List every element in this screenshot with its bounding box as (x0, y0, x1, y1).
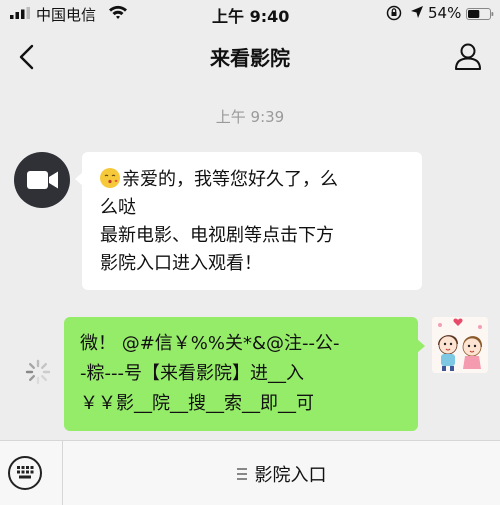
outgoing-text-line-2: -粽---号【来看影院】进__入 (80, 363, 304, 384)
signal-icon (10, 7, 30, 19)
nav-bar: 来看影院 (0, 26, 500, 86)
rotation-lock-icon (386, 5, 402, 21)
incoming-message-line: 亲爱的，我等您好久了，么 (100, 166, 408, 194)
keyboard-toggle-button[interactable] (8, 456, 42, 490)
cinema-entrance-menu-button[interactable]: 影院入口 (63, 441, 500, 505)
keyboard-icon (17, 466, 34, 479)
incoming-text-line-3: 最新电影、电视剧等点击下方 (100, 225, 334, 246)
battery-icon (466, 8, 494, 20)
incoming-text-line-2: 么哒 (100, 197, 136, 218)
status-bar: 中国电信 上午 9:40 54% (0, 0, 500, 26)
loading-spinner-icon (25, 359, 51, 385)
status-time: 上午 9:40 (212, 7, 290, 26)
location-arrow-icon (411, 6, 423, 18)
incoming-text-line-1: 亲爱的，我等您好久了，么 (122, 169, 338, 190)
battery-percent: 54% (428, 4, 462, 22)
menu-list-icon (236, 467, 247, 480)
outgoing-message-bubble[interactable]: 微！ @#信￥%%关*&@注--公- -粽---号【来看影院】进__入 ￥￥影_… (64, 317, 425, 431)
outgoing-text-line-1: 微！ @#信￥%%关*&@注--公- (80, 333, 340, 354)
outgoing-text-line-3: ￥￥影__院__搜__索__即__可 (80, 393, 314, 414)
bottom-menu-bar: 影院入口 (0, 440, 500, 505)
user-avatar[interactable] (432, 317, 488, 373)
kiss-emoji-icon (100, 168, 120, 188)
carrier-name: 中国电信 (36, 6, 97, 24)
cinema-entrance-label: 影院入口 (254, 464, 327, 486)
chat-title: 来看影院 (210, 46, 290, 70)
wifi-icon (109, 5, 127, 19)
incoming-text-line-4: 影院入口进入观看！ (100, 253, 262, 274)
video-camera-icon[interactable] (14, 152, 70, 208)
profile-button[interactable] (452, 40, 484, 72)
incoming-message-bubble[interactable]: 亲爱的，我等您好久了，么 么哒 最新电影、电视剧等点击下方 影院入口进入观看！ (75, 152, 422, 290)
message-timestamp: 上午 9:39 (215, 108, 285, 126)
